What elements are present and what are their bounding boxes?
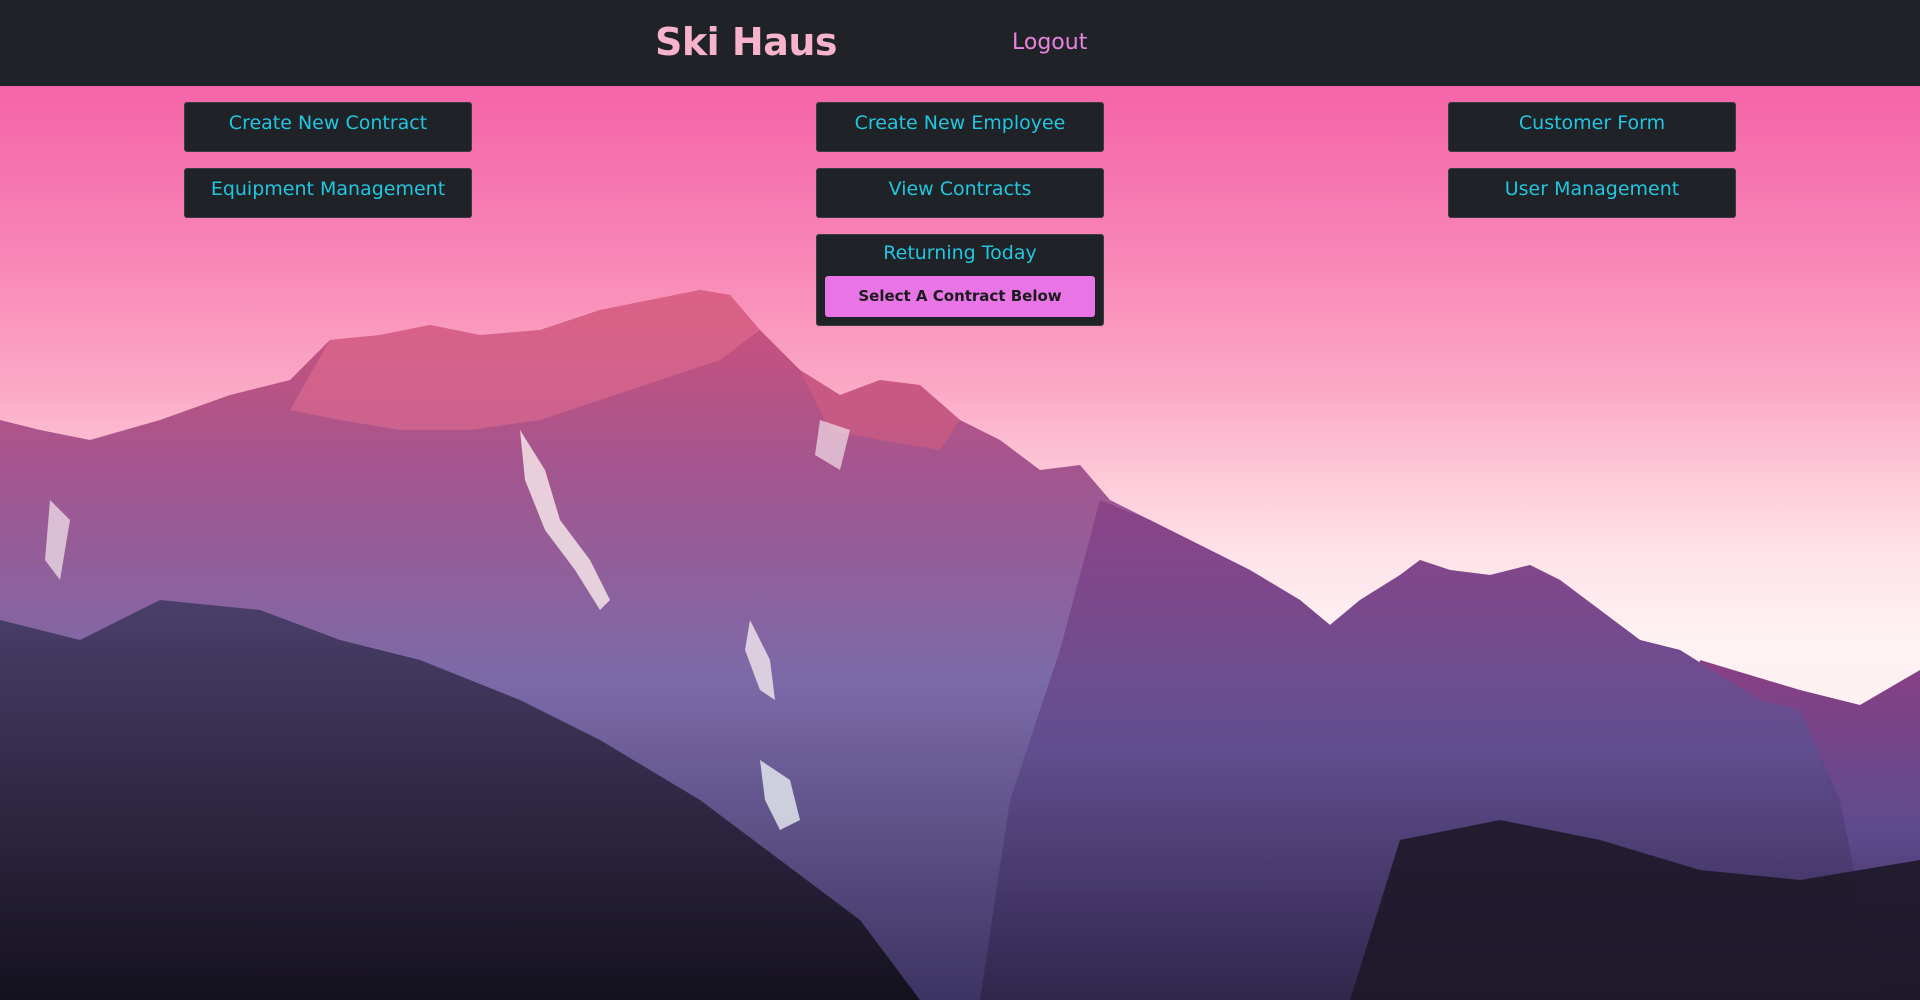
returning-today-panel: Returning Today Select A Contract Below [816, 234, 1104, 326]
brand-title[interactable]: Ski Haus [655, 20, 838, 64]
create-new-contract-button[interactable]: Create New Contract [184, 102, 472, 152]
customer-form-button[interactable]: Customer Form [1448, 102, 1736, 152]
select-contract-dropdown[interactable]: Select A Contract Below [825, 276, 1095, 317]
view-contracts-button[interactable]: View Contracts [816, 168, 1104, 218]
logout-link[interactable]: Logout [1012, 30, 1087, 55]
create-new-employee-button[interactable]: Create New Employee [816, 102, 1104, 152]
user-management-button[interactable]: User Management [1448, 168, 1736, 218]
navbar: Ski Haus Logout [0, 0, 1920, 86]
equipment-management-button[interactable]: Equipment Management [184, 168, 472, 218]
returning-today-title: Returning Today [883, 242, 1037, 264]
